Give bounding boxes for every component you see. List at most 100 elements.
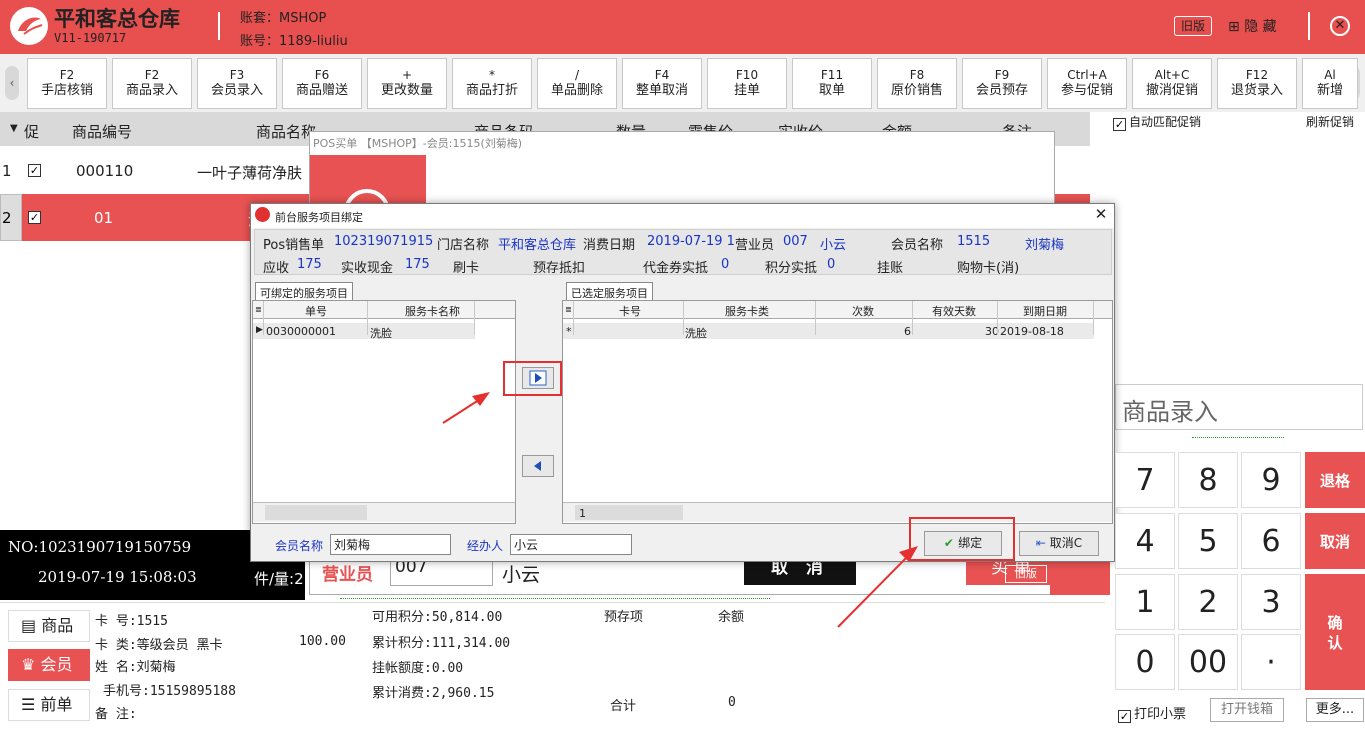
toolbar-button-13[interactable]: Alt+C 撤消促销 bbox=[1132, 58, 1212, 109]
backspace-key[interactable]: 退格 bbox=[1305, 452, 1365, 508]
item-count: 件/量:2 bbox=[254, 570, 304, 588]
panel-divider bbox=[340, 598, 770, 599]
row-pointer-icon: ▶ bbox=[256, 325, 263, 335]
print-receipt-checkbox[interactable]: ✓ 打印小票 bbox=[1118, 703, 1186, 723]
store-label: 门店名称 bbox=[437, 238, 490, 253]
goods-entry-input[interactable]: 商品录入 bbox=[1115, 384, 1363, 430]
list-icon: ☰ bbox=[21, 695, 41, 714]
keypad-key[interactable]: 7 bbox=[1115, 452, 1175, 508]
receivable-label: 应收 bbox=[263, 261, 290, 276]
confirm-key[interactable]: 确 认 bbox=[1305, 574, 1365, 690]
toolbar-button-14[interactable]: F12 退货录入 bbox=[1217, 58, 1297, 109]
table-row[interactable]: * 洗脸 6 30 2019-08-18 bbox=[563, 323, 1094, 340]
keypad-key[interactable]: 0 bbox=[1115, 634, 1175, 690]
auto-promo-checkbox[interactable]: ✓ 自动匹配促销 bbox=[1113, 113, 1201, 131]
toolbar-label: 原价销售 bbox=[890, 83, 943, 98]
table-row[interactable]: ▶ 0030000001 洗脸 bbox=[253, 323, 475, 340]
close-icon[interactable]: ✕ bbox=[1330, 16, 1350, 36]
old-version-button[interactable]: 旧版 bbox=[1174, 16, 1212, 36]
cash-value: 175 bbox=[405, 257, 430, 272]
toolbar-button-2[interactable]: F3 会员录入 bbox=[197, 58, 277, 109]
order-number: NO:1023190719150759 bbox=[8, 538, 192, 556]
footer-member-input[interactable]: 刘菊梅 bbox=[330, 534, 451, 555]
keypad-key[interactable]: 3 bbox=[1241, 574, 1301, 630]
refresh-promo-button[interactable]: 刷新促销 bbox=[1306, 113, 1354, 130]
toolbar-key: F2 bbox=[144, 68, 160, 82]
member-remark: 备 注: bbox=[95, 707, 137, 722]
keypad-key[interactable]: · bbox=[1241, 634, 1301, 690]
dialog-title: 前台服务项目绑定 bbox=[275, 211, 363, 224]
toolbar-label: 退货录入 bbox=[1230, 83, 1283, 98]
grid-line bbox=[263, 301, 264, 335]
toolbar-button-1[interactable]: F2 商品录入 bbox=[112, 58, 192, 109]
nav-prev-order-button[interactable]: ☰ 前单 bbox=[8, 689, 90, 721]
toolbar-label: 取单 bbox=[818, 83, 845, 98]
dialog-titlebar bbox=[251, 204, 1114, 228]
tab-selected-services[interactable]: 已选定服务项目 bbox=[566, 282, 653, 301]
row-card-type: 洗脸 bbox=[685, 327, 707, 340]
toolbar-scroll-left-icon[interactable]: ‹ bbox=[5, 66, 19, 100]
nav-goods-button[interactable]: ▤ 商品 bbox=[8, 610, 90, 642]
account-no: 账号：1189-liuliu bbox=[240, 34, 348, 49]
toolbar-label: 会员预存 bbox=[975, 83, 1028, 98]
grid-line bbox=[815, 301, 816, 335]
dialog-cancel-button[interactable]: ⇤ 取消C bbox=[1019, 531, 1099, 556]
toolbar-button-11[interactable]: F9 会员预存 bbox=[962, 58, 1042, 109]
keypad-key[interactable]: 8 bbox=[1178, 452, 1238, 508]
toolbar-key: F6 bbox=[314, 68, 330, 82]
keypad-key[interactable]: 5 bbox=[1178, 513, 1238, 569]
move-left-button[interactable] bbox=[522, 455, 554, 477]
toolbar-label: 商品录入 bbox=[125, 83, 178, 98]
app-title: 平和客总仓库 bbox=[54, 6, 180, 31]
toolbar-button-8[interactable]: F10 挂单 bbox=[707, 58, 787, 109]
pager-scrollbar[interactable] bbox=[575, 505, 683, 520]
pos-order-value: 102319071915 bbox=[334, 234, 434, 249]
row-marker-icon: ≣ bbox=[565, 305, 572, 314]
pos-old-version-button[interactable]: 旧版 bbox=[1005, 565, 1047, 583]
toolbar-button-4[interactable]: + 更改数量 bbox=[367, 58, 447, 109]
toolbar-button-7[interactable]: F4 整单取消 bbox=[622, 58, 702, 109]
keypad-key[interactable]: 9 bbox=[1241, 452, 1301, 508]
tab-available-services[interactable]: 可绑定的服务项目 bbox=[255, 282, 353, 301]
points-deduct-label: 积分实抵 bbox=[765, 261, 818, 276]
open-drawer-button[interactable]: 打开钱箱 bbox=[1210, 698, 1284, 722]
promo-checkbox[interactable]: ✓ bbox=[28, 164, 41, 177]
toolbar-button-0[interactable]: F2 手店核销 bbox=[27, 58, 107, 109]
nav-member-button[interactable]: ♛ 会员 bbox=[8, 649, 90, 681]
keypad-key[interactable]: 00 bbox=[1178, 634, 1238, 690]
toolbar-button-10[interactable]: F8 原价销售 bbox=[877, 58, 957, 109]
member-credit: 挂帐额度:0.00 bbox=[372, 661, 464, 676]
toolbar-key: F11 bbox=[820, 68, 844, 82]
keypad-key[interactable]: 2 bbox=[1178, 574, 1238, 630]
toolbar-button-12[interactable]: Ctrl+A 参与促销 bbox=[1047, 58, 1127, 109]
row-index: 2 bbox=[2, 209, 12, 227]
date-value: 2019-07-19 1 bbox=[647, 234, 735, 249]
keypad-key[interactable]: 4 bbox=[1115, 513, 1175, 569]
header-divider-2 bbox=[1308, 12, 1310, 40]
available-pager: 1 bbox=[253, 502, 515, 522]
staff-code: 007 bbox=[783, 234, 808, 249]
highlight-box-move bbox=[503, 361, 562, 396]
toolbar-button-6[interactable]: / 单品删除 bbox=[537, 58, 617, 109]
hide-button[interactable]: ⊞ 隐 藏 bbox=[1228, 16, 1277, 36]
pager-scrollbar[interactable] bbox=[265, 505, 367, 520]
promo-checkbox[interactable]: ✓ bbox=[28, 211, 41, 224]
selected-page-number: 1 bbox=[579, 507, 586, 520]
keypad-key[interactable]: 1 bbox=[1115, 574, 1175, 630]
cancel-key[interactable]: 取消 bbox=[1305, 513, 1365, 569]
toolbar-button-3[interactable]: F6 商品赠送 bbox=[282, 58, 362, 109]
toolbar-key: + bbox=[401, 68, 413, 82]
dialog-close-icon[interactable]: ✕ bbox=[1092, 205, 1110, 223]
toolbar-button-5[interactable]: * 商品打折 bbox=[452, 58, 532, 109]
selected-services-panel: ≣ 卡号 服务卡类 次数 有效天数 到期日期 * 洗脸 6 30 2019-08… bbox=[562, 300, 1113, 524]
more-button[interactable]: 更多... bbox=[1306, 698, 1364, 722]
staff-label: 营业员 bbox=[735, 238, 775, 253]
keypad-key[interactable]: 6 bbox=[1241, 513, 1301, 569]
toolbar-button-9[interactable]: F11 取单 bbox=[792, 58, 872, 109]
bind-button[interactable]: ✔ 绑定 bbox=[924, 531, 1002, 556]
col-valid-days: 有效天数 bbox=[932, 305, 976, 318]
handler-input[interactable]: 小云 bbox=[510, 534, 632, 555]
toolbar-button-15[interactable]: Al 新增 bbox=[1302, 58, 1358, 109]
row-expire-date: 2019-08-18 bbox=[1000, 325, 1064, 338]
sort-icon: ▼ bbox=[10, 123, 18, 134]
